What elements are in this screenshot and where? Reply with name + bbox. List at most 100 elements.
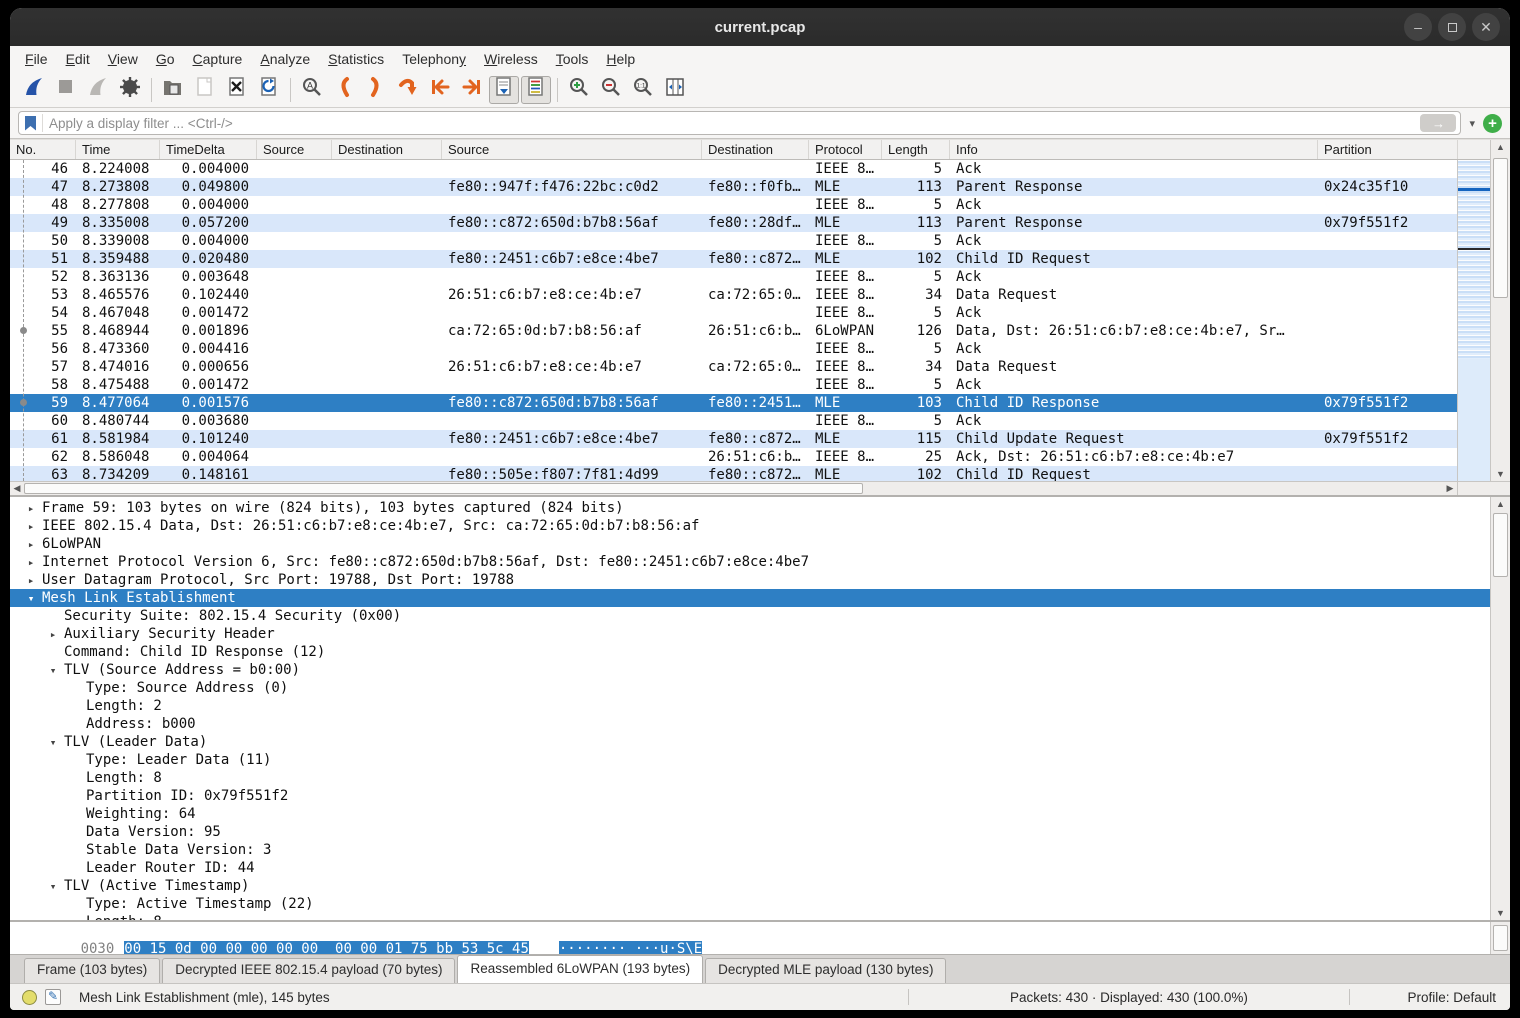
scroll-up-arrow-icon[interactable]: ▲: [1491, 140, 1510, 154]
packet-row-51[interactable]: 518.3594880.020480fe80::2451:c6b7:e8ce:4…: [10, 250, 1457, 268]
find-packet-button[interactable]: A: [297, 76, 327, 104]
hex-ascii-selected[interactable]: ········ ···u·S\E: [559, 941, 702, 954]
byte-view-tab[interactable]: Decrypted MLE payload (130 bytes): [705, 958, 946, 983]
byte-view-tab[interactable]: Frame (103 bytes): [24, 958, 160, 983]
detail-line[interactable]: Leader Router ID: 44: [10, 859, 1490, 877]
column-header-info[interactable]: Info: [950, 140, 1318, 159]
menu-item-wireless[interactable]: Wireless: [475, 48, 547, 70]
file-open-button[interactable]: [158, 76, 188, 104]
go-last-button[interactable]: [457, 76, 487, 104]
column-header-time[interactable]: Time: [76, 140, 160, 159]
packet-row-61[interactable]: 618.5819840.101240fe80::2451:c6b7:e8ce:4…: [10, 430, 1457, 448]
display-filter-input[interactable]: Apply a display filter ... <Ctrl-/> →: [18, 111, 1461, 135]
expand-arrow-icon[interactable]: ▸: [42, 628, 64, 641]
byte-view-tab[interactable]: Decrypted IEEE 802.15.4 payload (70 byte…: [162, 958, 455, 983]
packet-row-56[interactable]: 568.4733600.004416IEEE 8…5Ack: [10, 340, 1457, 358]
file-close-button[interactable]: [222, 76, 252, 104]
detail-line[interactable]: Type: Leader Data (11): [10, 751, 1490, 769]
packet-row-46[interactable]: 468.2240080.004000IEEE 8…5Ack: [10, 160, 1457, 178]
apply-filter-button[interactable]: →: [1420, 114, 1456, 132]
detail-line[interactable]: ▸IEEE 802.15.4 Data, Dst: 26:51:c6:b7:e8…: [10, 517, 1490, 535]
byte-view-tab-active[interactable]: Reassembled 6LoWPAN (193 bytes): [457, 955, 703, 983]
expand-arrow-icon[interactable]: ▸: [20, 520, 42, 533]
packet-row-50[interactable]: 508.3390080.004000IEEE 8…5Ack: [10, 232, 1457, 250]
packet-row-60[interactable]: 608.4807440.003680IEEE 8…5Ack: [10, 412, 1457, 430]
column-header-destination[interactable]: Destination: [332, 140, 442, 159]
expand-arrow-icon[interactable]: ▸: [20, 574, 42, 587]
detail-line[interactable]: Partition ID: 0x79f551f2: [10, 787, 1490, 805]
zoom-out-button[interactable]: [596, 76, 626, 104]
filter-bookmark-icon[interactable]: [25, 116, 36, 131]
detail-line[interactable]: ▸User Datagram Protocol, Src Port: 19788…: [10, 571, 1490, 589]
detail-line[interactable]: Length: 8: [10, 769, 1490, 787]
capture-options-button[interactable]: [115, 76, 145, 104]
expand-arrow-icon[interactable]: ▸: [20, 502, 42, 515]
detail-line[interactable]: Type: Source Address (0): [10, 679, 1490, 697]
capture-comment-icon[interactable]: ✎: [45, 989, 61, 1005]
collapse-arrow-icon[interactable]: ▾: [42, 664, 64, 677]
menu-item-tools[interactable]: Tools: [547, 48, 598, 70]
colorize-button[interactable]: [521, 76, 551, 104]
packet-list-hscrollbar[interactable]: ◀ ▶: [10, 481, 1457, 495]
expand-arrow-icon[interactable]: ▸: [20, 556, 42, 569]
detail-line[interactable]: Security Suite: 802.15.4 Security (0x00): [10, 607, 1490, 625]
packet-row-55[interactable]: 558.4689440.001896ca:72:65:0d:b7:b8:56:a…: [10, 322, 1457, 340]
details-scrollbar-thumb[interactable]: [1493, 513, 1508, 577]
expand-arrow-icon[interactable]: ▸: [20, 538, 42, 551]
go-forward-button[interactable]: [361, 76, 391, 104]
zoom-in-button[interactable]: [564, 76, 594, 104]
detail-line[interactable]: Stable Data Version: 3: [10, 841, 1490, 859]
zoom-original-button[interactable]: 1:1: [628, 76, 658, 104]
menu-item-analyze[interactable]: Analyze: [251, 48, 319, 70]
detail-line[interactable]: ▾TLV (Active Timestamp): [10, 877, 1490, 895]
menu-item-edit[interactable]: Edit: [57, 48, 99, 70]
packet-row-48[interactable]: 488.2778080.004000IEEE 8…5Ack: [10, 196, 1457, 214]
scroll-left-arrow-icon[interactable]: ◀: [10, 482, 24, 495]
column-header-protocol[interactable]: Protocol: [809, 140, 882, 159]
menu-item-capture[interactable]: Capture: [184, 48, 252, 70]
expert-info-icon[interactable]: [22, 990, 37, 1005]
column-header-timedelta[interactable]: TimeDelta: [160, 140, 257, 159]
close-button[interactable]: ✕: [1472, 13, 1500, 41]
detail-line[interactable]: ▾TLV (Source Address = b0:00): [10, 661, 1490, 679]
detail-line[interactable]: ▸Internet Protocol Version 6, Src: fe80:…: [10, 553, 1490, 571]
packet-row-58[interactable]: 588.4754880.001472IEEE 8…5Ack: [10, 376, 1457, 394]
column-header-source[interactable]: Source: [442, 140, 702, 159]
packet-row-47[interactable]: 478.2738080.049800fe80::947f:f476:22bc:c…: [10, 178, 1457, 196]
vscrollbar-thumb[interactable]: [1493, 158, 1508, 298]
go-back-button[interactable]: [329, 76, 359, 104]
menu-item-view[interactable]: View: [99, 48, 147, 70]
menu-item-help[interactable]: Help: [597, 48, 644, 70]
detail-line[interactable]: ▾Mesh Link Establishment: [10, 589, 1490, 607]
detail-line[interactable]: Type: Active Timestamp (22): [10, 895, 1490, 913]
intelligent-scrollbar-minimap[interactable]: [1457, 160, 1490, 481]
detail-line[interactable]: Length: 2: [10, 697, 1490, 715]
detail-line[interactable]: Command: Child ID Response (12): [10, 643, 1490, 661]
detail-line[interactable]: Length: 8: [10, 913, 1490, 920]
detail-line[interactable]: Address: b000: [10, 715, 1490, 733]
resize-columns-button[interactable]: [660, 76, 690, 104]
go-to-packet-button[interactable]: [393, 76, 423, 104]
hex-vscrollbar[interactable]: [1490, 922, 1510, 954]
hscrollbar-thumb[interactable]: [24, 483, 863, 494]
packet-row-63[interactable]: 638.7342090.148161fe80::505e:f807:7f81:4…: [10, 466, 1457, 481]
menu-item-file[interactable]: File: [16, 48, 57, 70]
auto-scroll-button[interactable]: [489, 76, 519, 104]
packet-row-52[interactable]: 528.3631360.003648IEEE 8…5Ack: [10, 268, 1457, 286]
detail-line[interactable]: ▸Auxiliary Security Header: [10, 625, 1490, 643]
column-header-destination[interactable]: Destination: [702, 140, 809, 159]
collapse-arrow-icon[interactable]: ▾: [20, 592, 42, 605]
maximize-button[interactable]: [1438, 13, 1466, 41]
scroll-down-arrow-icon[interactable]: ▼: [1491, 467, 1510, 481]
filter-dropdown-caret[interactable]: ▾: [1469, 117, 1475, 130]
menu-item-statistics[interactable]: Statistics: [319, 48, 393, 70]
menu-item-go[interactable]: Go: [147, 48, 184, 70]
packet-row-49[interactable]: 498.3350080.057200fe80::c872:650d:b7b8:5…: [10, 214, 1457, 232]
detail-line[interactable]: ▸6LoWPAN: [10, 535, 1490, 553]
hex-dump-line[interactable]: 003000 15 0d 00 00 00 00 00 00 00 01 75 …: [10, 925, 1490, 954]
packet-row-53[interactable]: 538.4655760.10244026:51:c6:b7:e8:ce:4b:e…: [10, 286, 1457, 304]
packet-list-vscrollbar[interactable]: ▲ ▼: [1490, 140, 1510, 481]
file-reload-button[interactable]: [254, 76, 284, 104]
scroll-right-arrow-icon[interactable]: ▶: [1443, 482, 1457, 495]
column-header-source[interactable]: Source: [257, 140, 332, 159]
